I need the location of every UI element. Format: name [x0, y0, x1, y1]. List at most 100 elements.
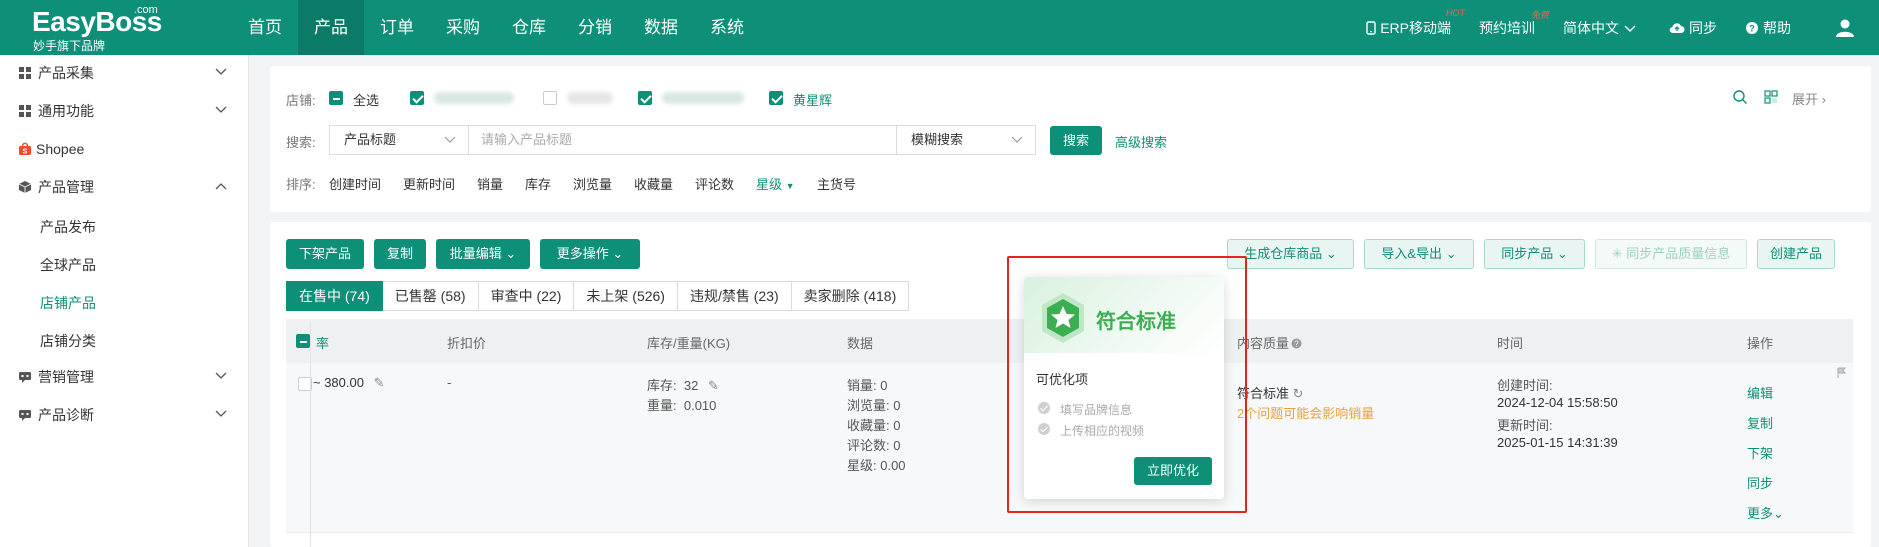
store-checkbox-3[interactable] [638, 91, 652, 105]
sidebar-sub-store-categories[interactable]: 店铺分类 [40, 331, 96, 351]
flag-icon[interactable] [1837, 367, 1847, 379]
nav-item-products[interactable]: 产品 [298, 0, 364, 55]
op-more[interactable]: 更多⌄ [1747, 503, 1784, 522]
layout-icon[interactable] [1763, 89, 1779, 105]
search-icon[interactable] [1732, 89, 1748, 105]
batch-edit-button[interactable]: 批量编辑 ⌄ [436, 239, 530, 269]
sidebar-item-shopee[interactable]: S Shopee [0, 131, 249, 167]
help-link[interactable]: ? 帮助 [1745, 18, 1791, 38]
op-delist[interactable]: 下架 [1747, 443, 1773, 462]
op-copy[interactable]: 复制 [1747, 413, 1773, 432]
import-export-label: 导入&导出 [1381, 246, 1443, 261]
chat-icon [19, 372, 31, 383]
column-divider [310, 322, 311, 547]
nav-item-warehouse[interactable]: 仓库 [496, 0, 562, 55]
weight-label: 重量: [647, 398, 677, 413]
select-all-checkbox[interactable] [329, 91, 343, 105]
select-all-rows-checkbox[interactable] [296, 334, 310, 348]
op-edit[interactable]: 编辑 [1747, 383, 1773, 402]
main-nav: 首页 产品 订单 采购 仓库 分销 数据 系统 [232, 0, 760, 55]
help-circle-icon[interactable]: ? [1291, 338, 1302, 349]
nav-item-purchase[interactable]: 采购 [430, 0, 496, 55]
sidebar-item-collect[interactable]: 产品采集 [0, 55, 249, 91]
search-button[interactable]: 搜索 [1050, 126, 1102, 155]
store-checkbox-1[interactable] [410, 91, 424, 105]
sync-link[interactable]: 同步 [1669, 18, 1717, 38]
tab-under-review[interactable]: 审查中 (22) [478, 281, 575, 311]
sort-reviews[interactable]: 评论数 [695, 174, 734, 193]
tab-violation[interactable]: 违规/禁售 (23) [677, 281, 792, 311]
search-input[interactable]: 请输入产品标题 [469, 125, 896, 155]
th-discount-price: 折扣价 [447, 336, 487, 351]
nav-item-system[interactable]: 系统 [694, 0, 760, 55]
th-ops: 操作 [1747, 336, 1774, 351]
sort-label: 排序: [286, 177, 316, 192]
sidebar-sub-global-products[interactable]: 全球产品 [40, 255, 96, 275]
sync-products-label: 同步产品 [1501, 246, 1554, 261]
mobile-erp-link[interactable]: ERP移动端 HOT [1366, 8, 1465, 38]
svg-text:?: ? [1294, 340, 1299, 349]
create-product-button[interactable]: 创建产品 [1757, 239, 1835, 269]
tab-seller-deleted[interactable]: 卖家删除 (418) [791, 281, 910, 311]
sort-updated-time[interactable]: 更新时间 [403, 174, 455, 193]
store-checkbox-2[interactable] [543, 91, 557, 105]
mobile-erp-label: ERP移动端 [1380, 19, 1451, 36]
language-select[interactable]: 简体中文 [1563, 18, 1641, 38]
refresh-icon[interactable]: ↻ [1293, 386, 1304, 401]
edit-pencil-icon[interactable]: ✎ [708, 378, 719, 393]
search-mode-select[interactable]: 模糊搜索 [896, 125, 1036, 155]
sort-favorites[interactable]: 收藏量 [634, 174, 673, 193]
advanced-search-link[interactable]: 高级搜索 [1115, 132, 1167, 151]
row-weight: 重量: 0.010 [647, 395, 716, 414]
copy-button[interactable]: 复制 [374, 239, 426, 269]
more-ops-button[interactable]: 更多操作 ⌄ [540, 239, 640, 269]
training-link[interactable]: 预约培训 免费 [1479, 10, 1549, 38]
tab-on-sale[interactable]: 在售中 (74) [286, 281, 383, 311]
row-discount: - [447, 375, 452, 390]
sidebar-item-diagnosis[interactable]: 产品诊断 [0, 397, 249, 433]
expand-toggle[interactable]: 展开 › [1792, 89, 1826, 108]
brand-logo[interactable]: EasyBoss .com 妙手旗下品牌 [32, 4, 172, 53]
chevron-right-icon: › [1821, 92, 1826, 107]
quality-warning[interactable]: 2个问题可能会影响销量 [1237, 403, 1374, 422]
sidebar-sub-product-publish[interactable]: 产品发布 [40, 217, 96, 237]
nav-item-distribution[interactable]: 分销 [562, 0, 628, 55]
sync-products-button[interactable]: 同步产品 ⌄ [1484, 239, 1585, 269]
store-checkbox-4[interactable] [769, 91, 783, 105]
search-field-select[interactable]: 产品标题 [329, 125, 469, 155]
store-name-redacted-3 [662, 92, 744, 104]
sort-created-time[interactable]: 创建时间 [329, 174, 381, 193]
sort-main-sku[interactable]: 主货号 [817, 174, 856, 193]
chevron-down-icon: ⌄ [612, 246, 624, 261]
user-avatar[interactable] [1835, 18, 1859, 38]
loading-icon: ✳ [1611, 246, 1623, 261]
sort-sales[interactable]: 销量 [477, 174, 503, 193]
sort-stock[interactable]: 库存 [525, 174, 551, 193]
import-export-button[interactable]: 导入&导出 ⌄ [1364, 239, 1474, 269]
sort-rating[interactable]: 星级 ▼ [756, 174, 795, 193]
highlight-annotation-box [1007, 256, 1247, 513]
sidebar-sub-store-products[interactable]: 店铺产品 [40, 293, 96, 313]
chevron-down-icon [215, 372, 227, 379]
edit-pencil-icon[interactable]: ✎ [374, 375, 385, 390]
chat-icon [19, 410, 31, 421]
op-sync[interactable]: 同步 [1747, 473, 1773, 492]
nav-item-home[interactable]: 首页 [232, 0, 298, 55]
nav-item-data[interactable]: 数据 [628, 0, 694, 55]
tab-unlisted[interactable]: 未上架 (526) [574, 281, 678, 311]
sidebar-item-label: 产品诊断 [38, 407, 94, 423]
sidebar-item-general[interactable]: 通用功能 [0, 93, 249, 129]
chevron-down-icon: ⌄ [1445, 246, 1457, 261]
delist-products-button[interactable]: 下架产品 [286, 239, 364, 269]
store-label: 店铺: [286, 93, 316, 108]
shopee-icon: S [19, 142, 31, 156]
sort-views[interactable]: 浏览量 [573, 174, 612, 193]
nav-item-orders[interactable]: 订单 [364, 0, 430, 55]
sync-label: 同步 [1689, 19, 1717, 36]
sync-quality-button[interactable]: ✳ 同步产品质量信息 [1595, 239, 1747, 269]
th-data: 数据 [847, 336, 874, 351]
tab-sold-out[interactable]: 已售罄 (58) [382, 281, 479, 311]
sidebar-item-marketing[interactable]: 营销管理 [0, 359, 249, 395]
sidebar-item-product-mgmt[interactable]: 产品管理 [0, 169, 249, 205]
chevron-down-icon: ⌄ [1773, 506, 1784, 521]
